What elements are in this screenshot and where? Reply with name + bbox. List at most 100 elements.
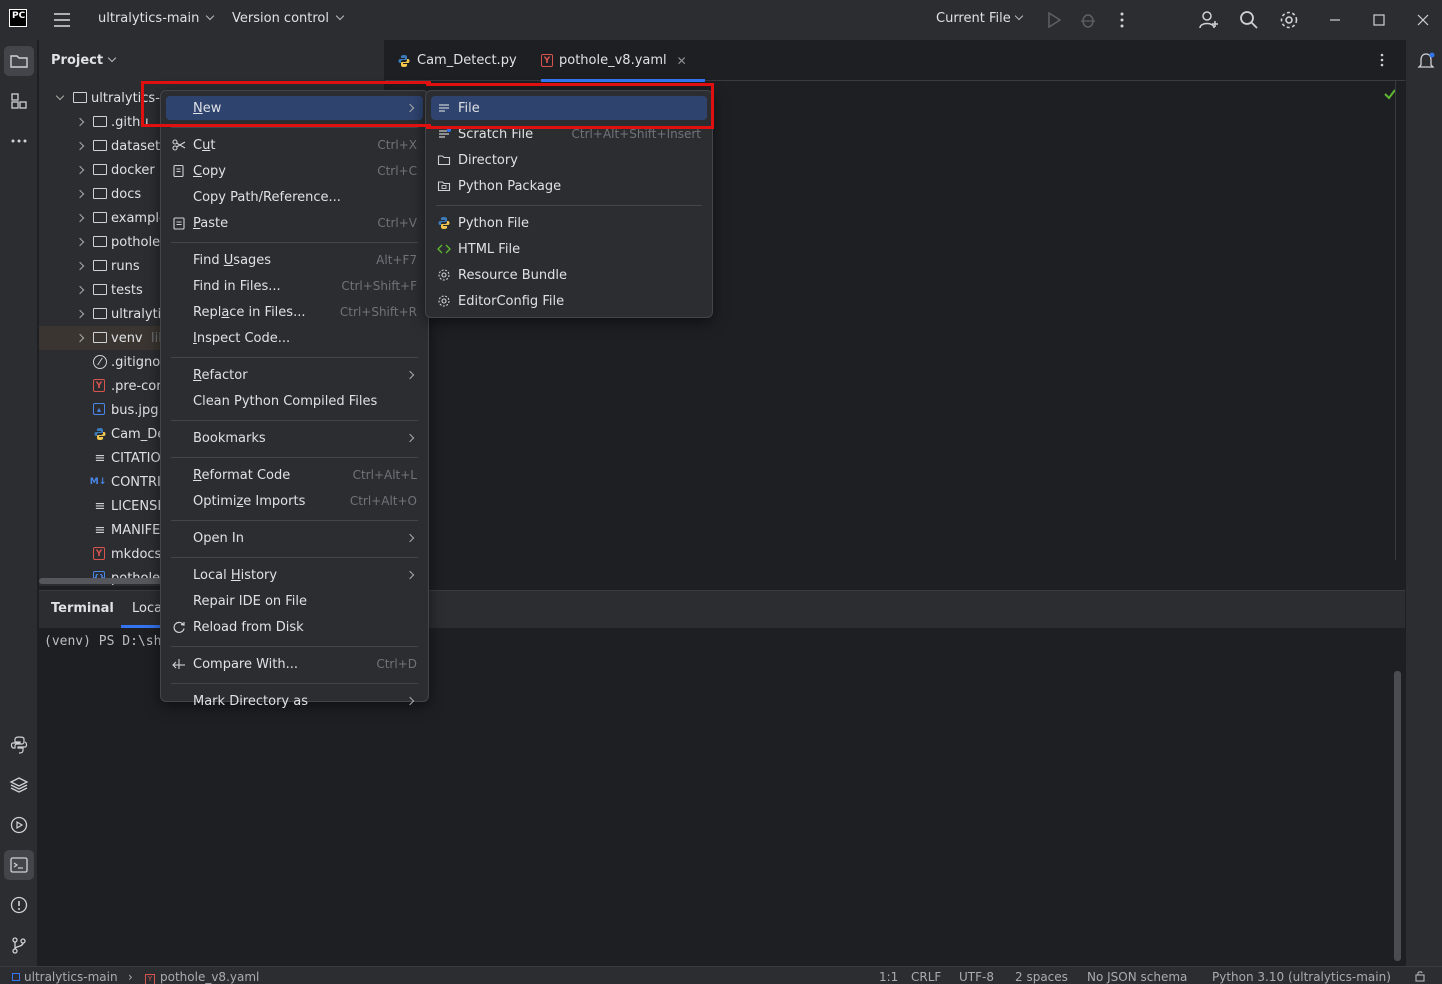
chevron-right-icon[interactable] bbox=[75, 189, 85, 199]
menu-separator bbox=[171, 520, 418, 521]
chevron-right-icon[interactable] bbox=[75, 165, 85, 175]
ctx-item-mark-directory-as[interactable]: Mark Directory as bbox=[166, 689, 423, 713]
new-item-html-file[interactable]: HTML File bbox=[431, 237, 707, 261]
chevron-right-icon[interactable] bbox=[75, 309, 85, 319]
title-bar: PC ultralytics-main Version control Curr… bbox=[0, 0, 1442, 40]
git-button[interactable] bbox=[4, 930, 34, 960]
ctx-item-compare-with[interactable]: Compare With... Ctrl+D bbox=[166, 652, 423, 676]
chevron-right-icon[interactable] bbox=[75, 117, 85, 127]
project-name: ultralytics-main bbox=[98, 11, 200, 26]
ctx-item-find-in-files[interactable]: Find in Files... Ctrl+Shift+F bbox=[166, 274, 423, 298]
right-tool-strip bbox=[1405, 40, 1442, 966]
project-tool-button[interactable] bbox=[4, 46, 34, 76]
ctx-item-copy-path-reference[interactable]: Copy Path/Reference... bbox=[166, 185, 423, 209]
vcs-menu[interactable]: Version control bbox=[232, 11, 345, 26]
tab-cam-detect[interactable]: Cam_Detect.py bbox=[397, 40, 517, 81]
line-separator[interactable]: CRLF bbox=[911, 970, 941, 984]
ctx-item-inspect-code[interactable]: Inspect Code... bbox=[166, 326, 423, 350]
ctx-item-repair-ide-on-file[interactable]: Repair IDE on File bbox=[166, 589, 423, 613]
file-encoding[interactable]: UTF-8 bbox=[959, 970, 994, 984]
python-console-button[interactable] bbox=[4, 730, 34, 760]
chevron-right-icon[interactable] bbox=[75, 213, 85, 223]
chevron-right-icon[interactable] bbox=[75, 285, 85, 295]
menu-item-shortcut: Ctrl+Alt+Shift+Insert bbox=[571, 127, 701, 141]
menu-item-label: Repair IDE on File bbox=[193, 593, 308, 609]
new-item-directory[interactable]: Directory bbox=[431, 148, 707, 172]
ctx-item-optimize-imports[interactable]: Optimize Imports Ctrl+Alt+O bbox=[166, 489, 423, 513]
project-panel-title[interactable]: Project bbox=[51, 53, 117, 68]
problems-button[interactable] bbox=[4, 890, 34, 920]
notifications-bell-icon[interactable] bbox=[1416, 51, 1436, 71]
ctx-item-copy[interactable]: Copy Ctrl+C bbox=[166, 159, 423, 183]
json-schema[interactable]: No JSON schema bbox=[1087, 970, 1187, 984]
run-icon[interactable] bbox=[1043, 9, 1065, 31]
menu-item-label: Mark Directory as bbox=[193, 693, 308, 709]
ctx-item-local-history[interactable]: Local History bbox=[166, 563, 423, 587]
caret-position[interactable]: 1:1 bbox=[879, 970, 898, 984]
terminal-scrollbar[interactable] bbox=[1394, 671, 1401, 961]
tab-options-icon[interactable] bbox=[1375, 52, 1389, 68]
chevron-right-icon[interactable] bbox=[75, 261, 85, 271]
services-button[interactable] bbox=[4, 810, 34, 840]
menu-item-label: Optimize Imports bbox=[193, 493, 306, 509]
yaml-icon: Y bbox=[93, 547, 105, 560]
debug-icon[interactable] bbox=[1077, 9, 1099, 31]
ctx-item-bookmarks[interactable]: Bookmarks bbox=[166, 426, 423, 450]
scratch-file-icon bbox=[437, 127, 451, 141]
more-actions-icon[interactable] bbox=[1111, 9, 1133, 31]
ctx-item-open-in[interactable]: Open In bbox=[166, 526, 423, 550]
ctx-item-find-usages[interactable]: Find Usages Alt+F7 bbox=[166, 248, 423, 272]
structure-tool-button[interactable] bbox=[4, 86, 34, 116]
chevron-down-icon[interactable] bbox=[55, 91, 65, 101]
menu-item-label: Compare With... bbox=[193, 656, 299, 672]
more-tools-button[interactable] bbox=[4, 126, 34, 156]
close-icon[interactable] bbox=[1412, 9, 1434, 31]
terminal-tool-button[interactable] bbox=[4, 850, 34, 880]
search-icon[interactable] bbox=[1238, 9, 1260, 31]
main-menu-icon[interactable] bbox=[52, 10, 72, 30]
tree-item-label: example bbox=[111, 210, 167, 226]
new-item-editorconfig-file[interactable]: EditorConfig File bbox=[431, 289, 707, 313]
run-config-label: Current File bbox=[936, 11, 1011, 26]
chevron-right-icon bbox=[405, 696, 415, 706]
gear-icon bbox=[437, 268, 451, 282]
chevron-right-icon[interactable] bbox=[75, 141, 85, 151]
ellipsis-icon bbox=[11, 139, 27, 143]
lock-icon[interactable] bbox=[1414, 970, 1426, 982]
settings-gear-icon[interactable] bbox=[1278, 9, 1300, 31]
ctx-item-clean-python-compiled-files[interactable]: Clean Python Compiled Files bbox=[166, 389, 423, 413]
ctx-item-reformat-code[interactable]: Reformat Code Ctrl+Alt+L bbox=[166, 463, 423, 487]
tree-item-label: LICENSE bbox=[111, 498, 166, 514]
python-packages-button[interactable] bbox=[4, 770, 34, 800]
new-item-resource-bundle[interactable]: Resource Bundle bbox=[431, 263, 707, 287]
ctx-item-refactor[interactable]: Refactor bbox=[166, 363, 423, 387]
maximize-icon[interactable] bbox=[1368, 9, 1390, 31]
ctx-item-replace-in-files[interactable]: Replace in Files... Ctrl+Shift+R bbox=[166, 300, 423, 324]
breadcrumb-file[interactable]: Ypothole_v8.yaml bbox=[145, 970, 259, 984]
ctx-item-cut[interactable]: Cut Ctrl+X bbox=[166, 133, 423, 157]
tab-pothole-yaml[interactable]: Y pothole_v8.yaml ✕ bbox=[541, 40, 705, 82]
run-config-selector[interactable]: Current File bbox=[936, 11, 1023, 26]
project-switcher[interactable]: ultralytics-main bbox=[98, 11, 215, 26]
new-item-python-package[interactable]: Python Package bbox=[431, 174, 707, 198]
chevron-right-icon[interactable] bbox=[75, 333, 85, 343]
breadcrumb-project[interactable]: ultralytics-main bbox=[12, 970, 118, 984]
close-tab-icon[interactable]: ✕ bbox=[677, 54, 687, 68]
python-interpreter[interactable]: Python 3.10 (ultralytics-main) bbox=[1212, 970, 1391, 984]
ctx-item-paste[interactable]: Paste Ctrl+V bbox=[166, 211, 423, 235]
minimize-icon[interactable] bbox=[1324, 9, 1346, 31]
menu-item-label: Local History bbox=[193, 567, 278, 583]
add-user-icon[interactable] bbox=[1198, 9, 1220, 31]
chevron-right-icon[interactable] bbox=[75, 237, 85, 247]
new-item-python-file[interactable]: Python File bbox=[431, 211, 707, 235]
menu-item-label: Resource Bundle bbox=[458, 267, 568, 283]
ctx-item-reload-from-disk[interactable]: Reload from Disk bbox=[166, 615, 423, 639]
project-horizontal-scrollbar[interactable] bbox=[39, 578, 169, 584]
indent-setting[interactable]: 2 spaces bbox=[1015, 970, 1068, 984]
terminal-prompt[interactable]: (venv) PS D:\sh bbox=[44, 634, 161, 649]
folder-icon bbox=[93, 212, 107, 223]
package-icon bbox=[93, 308, 107, 319]
editor-tabs: Cam_Detect.py Y pothole_v8.yaml ✕ bbox=[385, 40, 1405, 82]
menu-item-label: Bookmarks bbox=[193, 430, 266, 446]
tab-label: pothole_v8.yaml bbox=[559, 53, 667, 68]
